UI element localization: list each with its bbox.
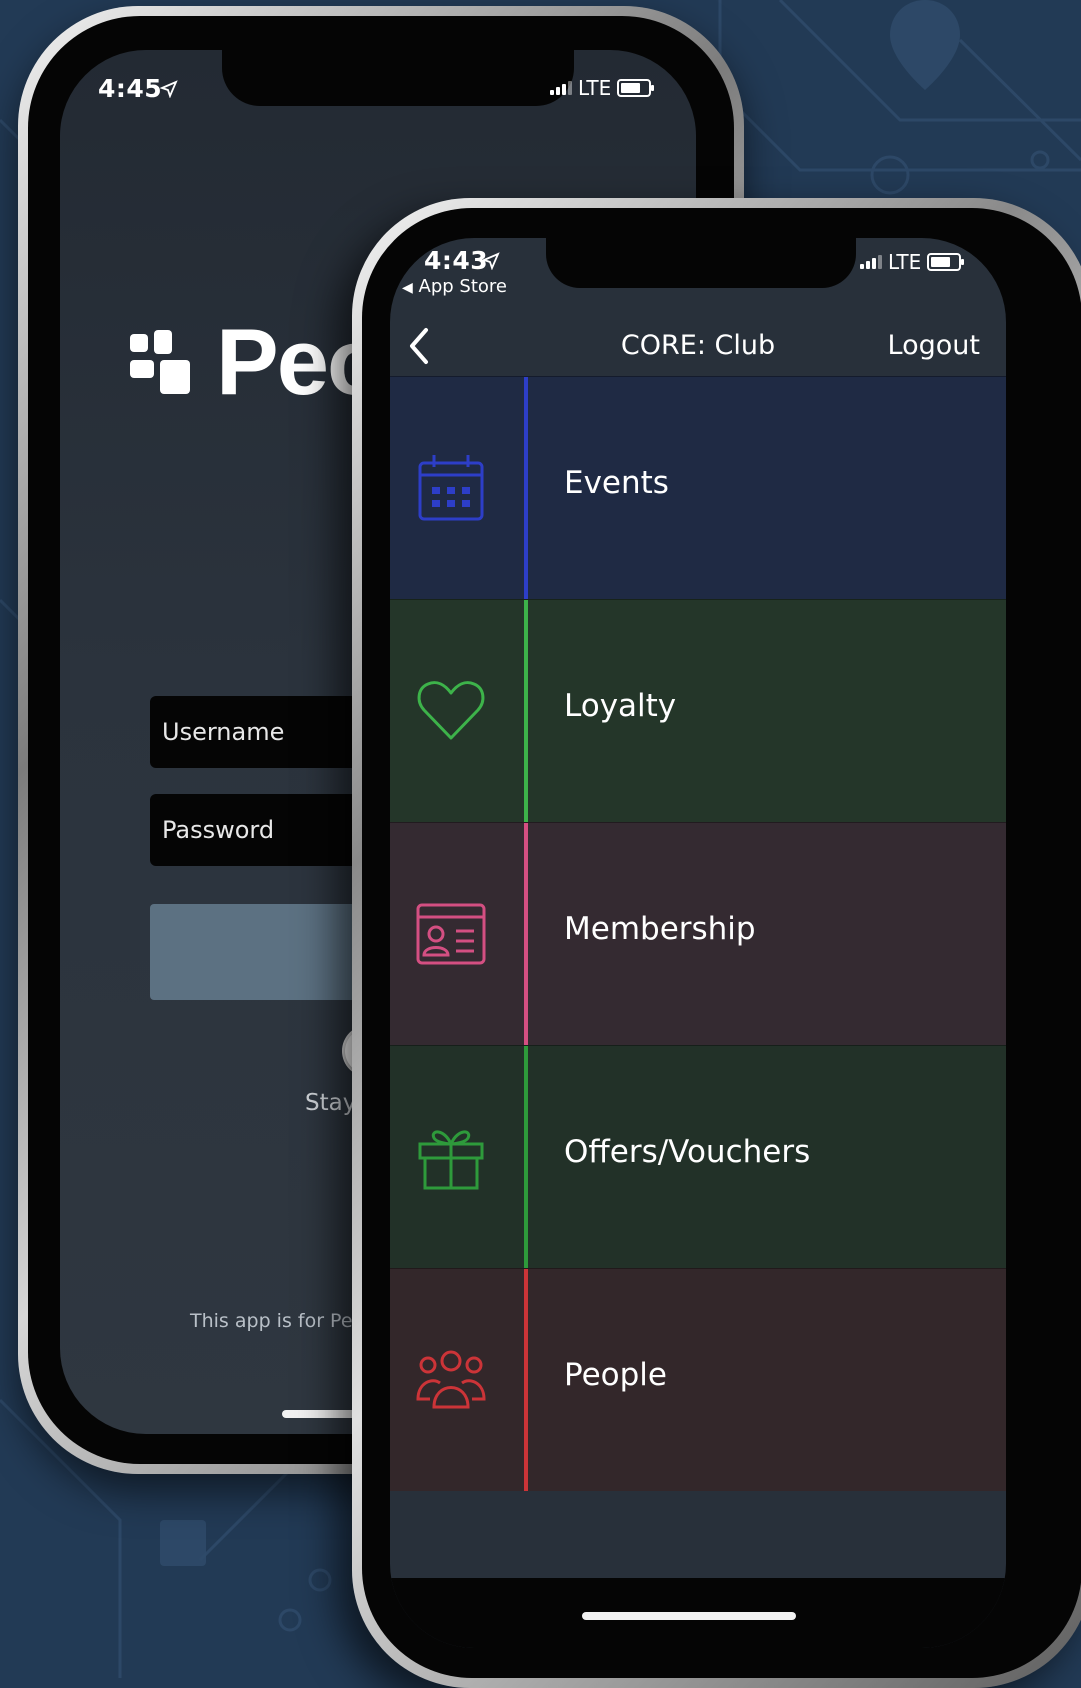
- back-triangle-icon: ◀: [402, 280, 413, 296]
- gift-icon: [418, 1130, 484, 1190]
- menu-divider: [524, 600, 528, 822]
- network-label: LTE: [888, 250, 922, 274]
- menu-item-label: Loyalty: [564, 688, 677, 724]
- logo-mark-icon: [130, 330, 194, 394]
- menu-item-label: Offers/Vouchers: [564, 1134, 811, 1170]
- heart-icon: [417, 681, 485, 740]
- calendar-icon: [418, 455, 484, 521]
- location-arrow-icon: [482, 252, 500, 270]
- menu-item-events[interactable]: Events: [390, 376, 1006, 599]
- menu-list: Events Loyalty Membership Offers/Voucher…: [390, 376, 1006, 1491]
- signal-icon: [860, 255, 882, 269]
- menu-divider: [524, 1269, 528, 1491]
- status-right: LTE: [860, 250, 965, 274]
- id-card-icon: [416, 903, 486, 965]
- status-time: 4:43: [424, 246, 489, 275]
- logout-button[interactable]: Logout: [888, 330, 980, 361]
- people-icon: [416, 1350, 486, 1409]
- home-indicator: [582, 1612, 796, 1620]
- network-label: LTE: [578, 76, 612, 100]
- menu-divider: [524, 823, 528, 1045]
- menu-item-people[interactable]: People: [390, 1268, 1006, 1491]
- menu-item-label: People: [564, 1357, 667, 1393]
- menu-item-loyalty[interactable]: Loyalty: [390, 599, 1006, 822]
- battery-icon: [927, 253, 965, 271]
- battery-icon: [617, 79, 655, 97]
- notch: [222, 50, 574, 106]
- status-time: 4:45: [98, 74, 163, 103]
- notch: [546, 238, 856, 288]
- menu-item-membership[interactable]: Membership: [390, 822, 1006, 1045]
- menu-item-label: Membership: [564, 911, 756, 947]
- menu-divider: [524, 1046, 528, 1268]
- menu-item-offers-vouchers[interactable]: Offers/Vouchers: [390, 1045, 1006, 1268]
- menu-item-label: Events: [564, 465, 669, 501]
- menu-divider: [524, 377, 528, 599]
- front-phone: 4:43 ◀ App Store LTE CORE: Club Logout E…: [352, 198, 1081, 1688]
- nav-bar: CORE: Club Logout: [390, 316, 1006, 376]
- location-arrow-icon: [160, 80, 178, 98]
- back-to-app-link[interactable]: ◀ App Store: [402, 276, 507, 297]
- signal-icon: [550, 81, 572, 95]
- club-menu-screen: 4:43 ◀ App Store LTE CORE: Club Logout E…: [390, 238, 1006, 1648]
- status-right: LTE: [550, 76, 655, 100]
